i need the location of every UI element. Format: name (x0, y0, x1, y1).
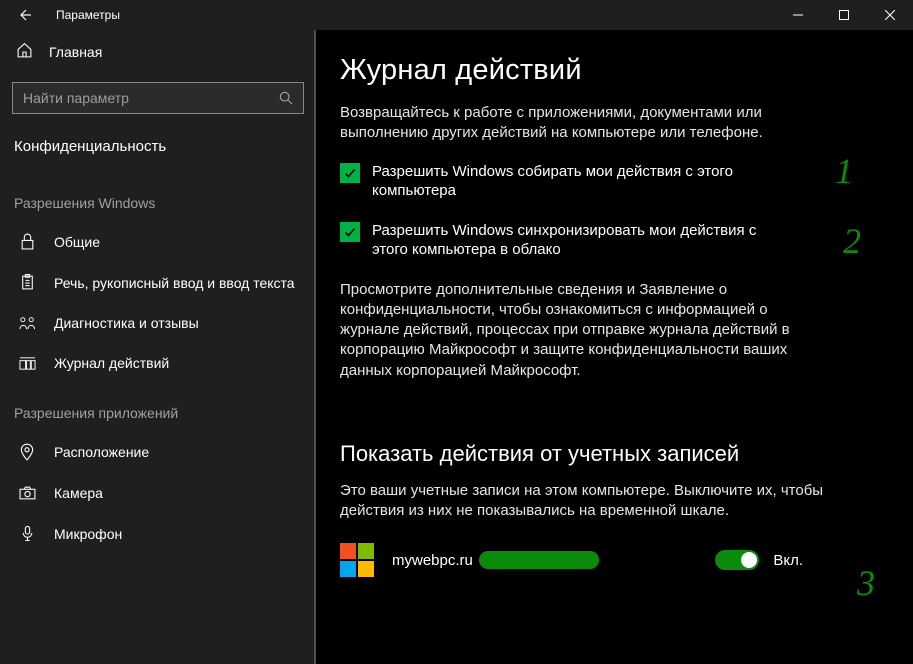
back-button[interactable] (0, 0, 48, 30)
camera-icon (18, 486, 36, 500)
close-icon (885, 10, 895, 20)
minimize-button[interactable] (775, 0, 821, 30)
arrow-left-icon (16, 7, 32, 23)
microsoft-logo-icon (340, 543, 374, 577)
sidebar-item-camera[interactable]: Камера (0, 473, 316, 513)
checkbox-sync-label: Разрешить Windows синхронизировать мои д… (372, 221, 762, 260)
page-lead: Возвращайтесь к работе с приложениями, д… (340, 103, 850, 144)
account-email-redacted (479, 551, 599, 569)
sidebar-item-label: Диагностика и отзывы (54, 315, 199, 331)
checkbox-sync-row: Разрешить Windows синхронизировать мои д… (340, 221, 873, 260)
sidebar-item-label: Микрофон (54, 526, 122, 542)
info-paragraph: Просмотрите дополнительные сведения и За… (340, 280, 830, 381)
account-row: mywebpc.ru Вкл. (340, 543, 873, 577)
lock-icon (18, 233, 36, 250)
search-box[interactable] (12, 82, 304, 114)
search-icon (279, 91, 293, 105)
sidebar-item-speech[interactable]: Речь, рукописный ввод и ввод текста (0, 262, 316, 303)
sidebar-group-windows: Разрешения Windows (0, 173, 316, 221)
sidebar-home[interactable]: Главная (0, 30, 316, 74)
sidebar: Главная Конфиденциальность Разрешения Wi… (0, 30, 316, 664)
check-icon (343, 166, 357, 180)
account-name: mywebpc.ru (392, 552, 473, 569)
sidebar-item-label: Камера (54, 485, 103, 501)
search-input[interactable] (23, 90, 279, 106)
clipboard-icon (18, 274, 36, 291)
checkbox-sync[interactable] (340, 222, 360, 242)
microphone-icon (18, 525, 36, 543)
maximize-icon (839, 10, 849, 20)
close-button[interactable] (867, 0, 913, 30)
check-icon (343, 225, 357, 239)
checkbox-collect-label: Разрешить Windows собирать мои действия … (372, 162, 762, 201)
content-area: Журнал действий Возвращайтесь к работе с… (316, 30, 913, 664)
sidebar-item-microphone[interactable]: Микрофон (0, 513, 316, 555)
sidebar-item-label: Журнал действий (54, 355, 169, 371)
sidebar-home-label: Главная (49, 44, 102, 60)
activity-icon (18, 356, 36, 371)
home-icon (16, 42, 33, 62)
feedback-icon (18, 316, 36, 331)
sidebar-item-location[interactable]: Расположение (0, 431, 316, 473)
page-title: Журнал действий (340, 54, 873, 87)
minimize-icon (793, 10, 803, 20)
sidebar-item-general[interactable]: Общие (0, 221, 316, 262)
sidebar-item-activity-history[interactable]: Журнал действий (0, 343, 316, 383)
sidebar-group-apps: Разрешения приложений (0, 383, 316, 431)
location-icon (18, 443, 36, 461)
checkbox-collect[interactable] (340, 163, 360, 183)
window-title: Параметры (48, 8, 120, 22)
sidebar-item-label: Речь, рукописный ввод и ввод текста (54, 275, 295, 291)
sidebar-category: Конфиденциальность (0, 128, 316, 173)
accounts-section-title: Показать действия от учетных записей (340, 441, 873, 467)
titlebar: Параметры (0, 0, 913, 30)
account-toggle-label: Вкл. (773, 552, 803, 569)
account-toggle[interactable] (715, 550, 759, 570)
checkbox-collect-row: Разрешить Windows собирать мои действия … (340, 162, 873, 201)
maximize-button[interactable] (821, 0, 867, 30)
accounts-section-desc: Это ваши учетные записи на этом компьюте… (340, 481, 850, 522)
sidebar-item-label: Общие (54, 234, 100, 250)
sidebar-item-label: Расположение (54, 444, 149, 460)
sidebar-item-diagnostics[interactable]: Диагностика и отзывы (0, 303, 316, 343)
